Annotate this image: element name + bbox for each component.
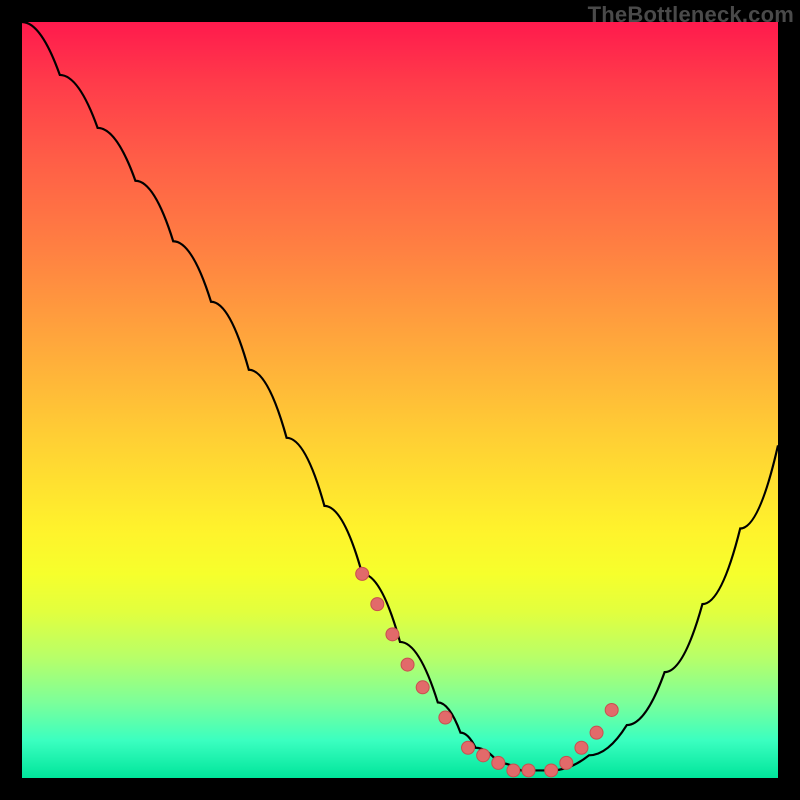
data-point xyxy=(386,628,399,641)
data-point xyxy=(477,749,490,762)
data-point xyxy=(462,741,475,754)
data-point xyxy=(492,756,505,769)
data-point xyxy=(371,598,384,611)
data-point xyxy=(401,658,414,671)
data-point xyxy=(439,711,452,724)
data-point xyxy=(560,756,573,769)
bottleneck-curve xyxy=(22,22,778,770)
chart-frame: TheBottleneck.com xyxy=(0,0,800,800)
data-point xyxy=(507,764,520,777)
data-point xyxy=(545,764,558,777)
data-point xyxy=(522,764,535,777)
data-point xyxy=(575,741,588,754)
data-point xyxy=(416,681,429,694)
data-point xyxy=(605,703,618,716)
chart-svg xyxy=(22,22,778,778)
marked-points xyxy=(356,567,618,777)
plot-area xyxy=(22,22,778,778)
data-point xyxy=(356,567,369,580)
watermark-text: TheBottleneck.com xyxy=(588,2,794,28)
data-point xyxy=(590,726,603,739)
